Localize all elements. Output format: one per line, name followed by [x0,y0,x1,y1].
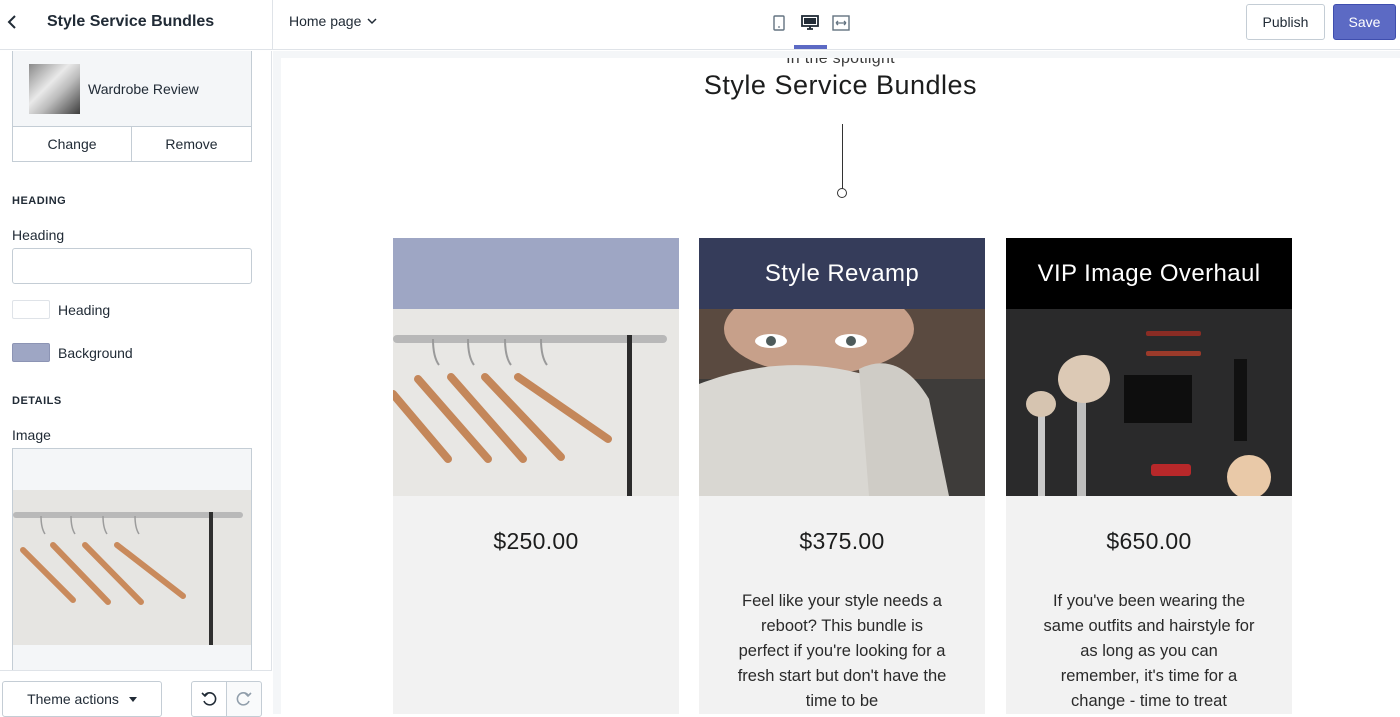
details-section-title: DETAILS [12,395,62,407]
theme-actions-label: Theme actions [27,691,119,707]
bundle-card[interactable]: Style Revamp $375.00 Feel like your styl… [699,238,985,714]
hangers-image-preview [13,490,251,645]
heading-color-swatch[interactable] [12,300,50,319]
bundle-price: $375.00 [799,528,885,554]
section-heading: Style Service Bundles [703,70,978,100]
sidebar-footer: Theme actions [0,670,272,717]
redo-button[interactable] [226,681,262,717]
theme-actions-button[interactable]: Theme actions [2,681,162,717]
product-thumbnail [29,64,80,114]
background-color-swatch[interactable] [12,343,50,362]
undo-icon [201,692,217,706]
bundle-price: $650.00 [1106,528,1192,554]
redo-icon [236,692,252,706]
top-bar: Style Service Bundles Home page Publish … [0,0,1400,50]
save-button[interactable]: Save [1333,4,1396,40]
fullscreen-view-icon[interactable] [830,12,852,34]
decorative-dot [837,188,847,198]
bundle-card-header [393,238,679,309]
storefront-preview: In the spotlight Style Service Bundles $… [281,58,1400,714]
heading-section-title: HEADING [12,195,67,207]
decorative-line [842,124,843,190]
product-summary: Wardrobe Review [13,51,251,126]
makeup-flatlay-image [1006,309,1292,496]
chevron-down-icon [367,17,377,24]
heading-input[interactable] [12,248,252,284]
desktop-view-icon[interactable] [799,12,821,34]
sweater-portrait-image [699,309,985,496]
publish-button[interactable]: Publish [1246,4,1325,40]
image-field-label: Image [12,427,51,443]
image-picker[interactable] [12,448,252,678]
back-arrow-icon[interactable] [4,11,20,33]
panel-title: Style Service Bundles [47,13,215,30]
header-divider [272,0,273,50]
active-device-indicator [794,45,827,49]
bundle-card[interactable]: VIP Image Overhaul $650.00 If you've bee… [1006,238,1292,714]
heading-color-label: Heading [58,302,111,318]
settings-sidebar: Wardrobe Review Change Remove HEADING He… [0,51,272,714]
page-selector-label: Home page [289,13,362,29]
change-product-button[interactable]: Change [13,126,132,161]
bundle-description: Feel like your style needs a reboot? Thi… [737,592,947,710]
bundle-card[interactable]: $250.00 [393,238,679,714]
page-selector[interactable]: Home page [289,13,377,29]
bundle-price: $250.00 [493,528,579,554]
section-subheading: In the spotlight [786,58,895,67]
caret-down-icon [128,696,137,702]
bundle-description: If you've been wearing the same outfits … [1043,592,1255,710]
remove-product-button[interactable]: Remove [132,126,251,161]
bundle-card-header: VIP Image Overhaul [1006,238,1292,309]
product-name: Wardrobe Review [88,81,199,97]
background-color-label: Background [58,345,133,361]
mobile-view-icon[interactable] [768,12,790,34]
product-picker: Wardrobe Review Change Remove [12,51,252,162]
hangers-image [393,309,679,496]
heading-field-label: Heading [12,227,65,243]
bundle-card-header: Style Revamp [699,238,985,309]
undo-button[interactable] [191,681,227,717]
